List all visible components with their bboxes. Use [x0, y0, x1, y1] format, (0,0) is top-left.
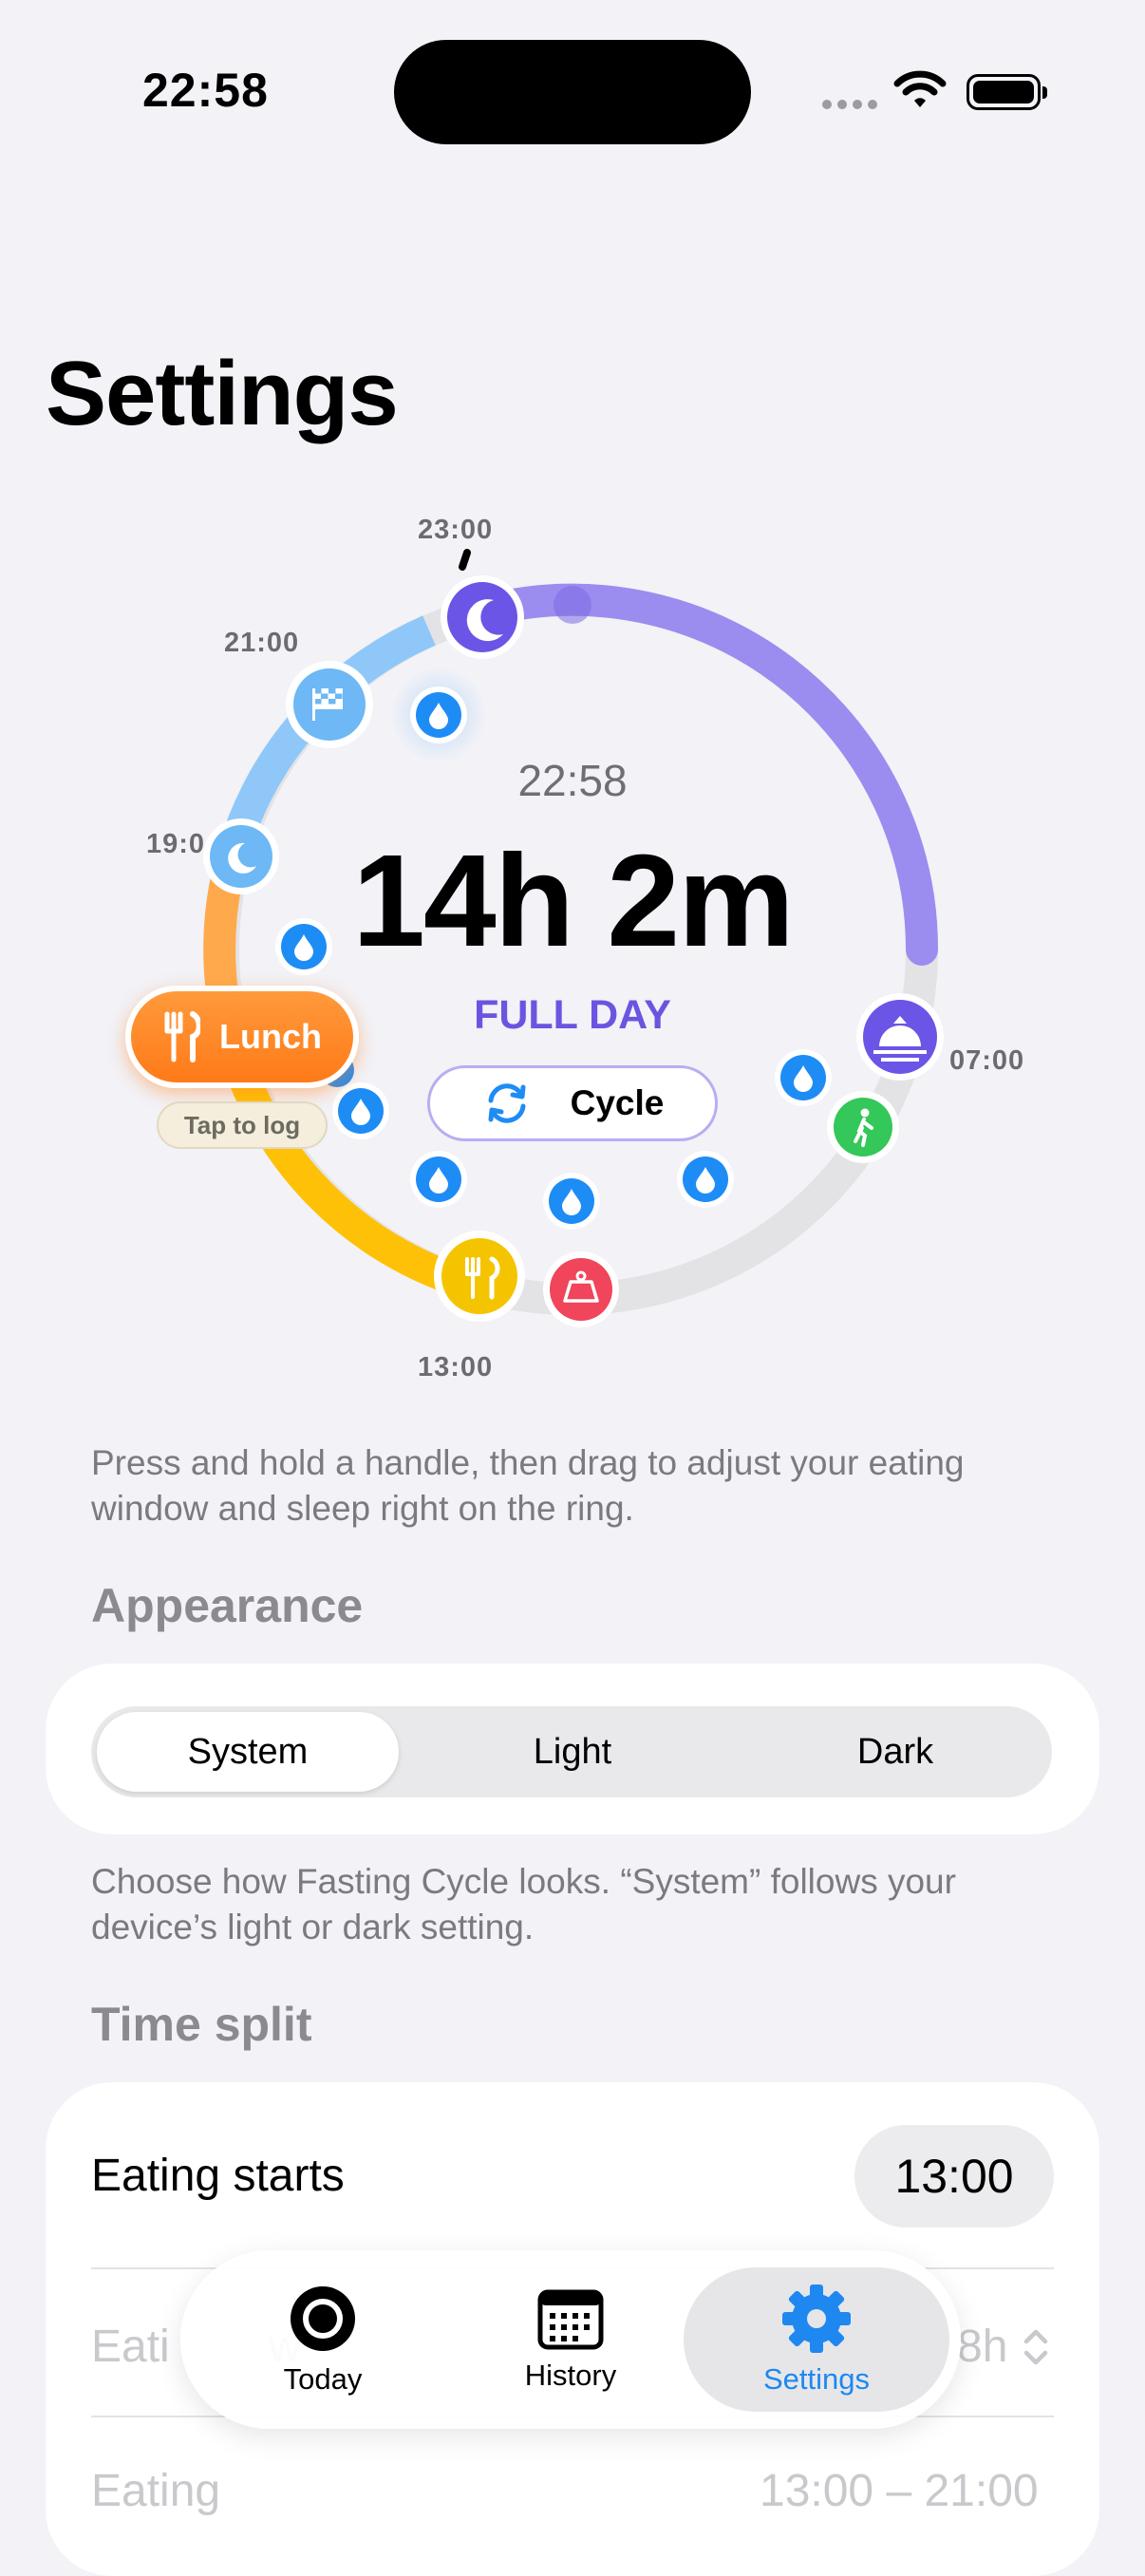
wifi-icon [893, 70, 947, 107]
page-title: Settings [46, 343, 399, 444]
cycle-button[interactable]: Cycle [427, 1065, 718, 1141]
appearance-header: Appearance [91, 1579, 364, 1632]
cycle-button-label: Cycle [570, 1083, 665, 1122]
current-time: 22:58 [517, 756, 628, 805]
time-label-2100: 21:00 [224, 628, 300, 658]
weight-handle [543, 1251, 619, 1327]
time-label-0700: 07:00 [949, 1045, 1025, 1076]
segment-system[interactable]: System [91, 1706, 404, 1797]
gear-icon [782, 2285, 851, 2353]
fast-duration: 14h 2m [352, 828, 795, 974]
eating-starts-label: Eating starts [91, 2151, 345, 2201]
eating-starts-value[interactable]: 13:00 [854, 2125, 1054, 2228]
segment-light[interactable]: Light [416, 1706, 729, 1797]
tab-history[interactable]: History [452, 2250, 689, 2429]
lunch-label: Lunch [219, 1017, 322, 1056]
tap-to-log-hint[interactable]: Tap to log [157, 1101, 328, 1149]
fork-knife-icon [164, 1011, 200, 1062]
water-drop-icon[interactable] [775, 1049, 832, 1106]
water-drop-icon[interactable] [410, 686, 467, 743]
tab-today[interactable]: Today [204, 2250, 441, 2429]
time-label-1300: 13:00 [418, 1352, 494, 1382]
moon-handle [441, 575, 524, 659]
battery-icon [967, 74, 1047, 110]
water-drop-icon[interactable] [410, 1151, 467, 1208]
flag-handle [286, 661, 373, 748]
cellular-signal-icon [822, 100, 877, 109]
ring-hint-text: Press and hold a handle, then drag to ad… [91, 1443, 965, 1528]
eating-label: Eating [91, 2466, 221, 2516]
appearance-segmented-control[interactable]: System Light Dark [91, 1706, 1052, 1797]
circle-ring-icon [291, 2286, 355, 2351]
eating-range-value: 13:00 – 21:00 [760, 2466, 1039, 2516]
segment-dark[interactable]: Dark [739, 1706, 1052, 1797]
appearance-footnote: Choose how Fasting Cycle looks. “System”… [91, 1862, 956, 1946]
time-split-header: Time split [91, 1998, 312, 2051]
tab-settings[interactable]: Settings [698, 2250, 935, 2429]
refresh-icon [488, 1083, 526, 1123]
tab-settings-label: Settings [762, 2362, 870, 2396]
water-drop-icon[interactable] [543, 1173, 600, 1230]
water-drop-icon[interactable] [332, 1082, 389, 1139]
lunch-meal-pill[interactable]: Lunch [125, 986, 359, 1088]
walk-handle [827, 1091, 899, 1163]
meal-handle [434, 1231, 525, 1322]
calendar-icon [537, 2289, 604, 2350]
tab-history-label: History [524, 2359, 617, 2392]
dynamic-island [394, 40, 751, 144]
tab-today-label: Today [283, 2362, 363, 2396]
eating-window-value[interactable]: 8h [957, 2321, 1007, 2373]
status-time: 22:58 [142, 64, 269, 117]
tab-bar: Today History Settings [180, 2250, 961, 2429]
water-drop-icon[interactable] [677, 1151, 734, 1208]
time-label-2300: 23:00 [418, 515, 494, 545]
chevron-up-down-icon [1023, 2329, 1048, 2365]
